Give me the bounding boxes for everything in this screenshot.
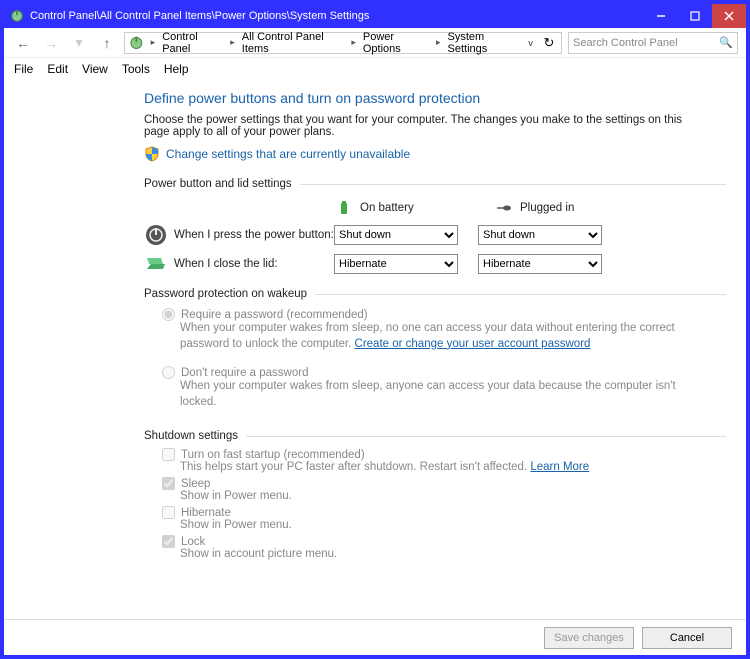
column-headers: On battery Plugged in (336, 200, 726, 216)
back-button[interactable]: ← (12, 32, 34, 54)
menu-help[interactable]: Help (164, 62, 189, 76)
app-icon (10, 9, 24, 23)
uac-link[interactable]: Change settings that are currently unava… (166, 147, 410, 161)
lid-plugged-select[interactable]: Hibernate (478, 254, 602, 274)
menu-tools[interactable]: Tools (122, 62, 150, 76)
breadcrumb-seg[interactable]: All Control Panel Items (240, 31, 347, 55)
fast-startup-label: Turn on fast startup (recommended) (181, 449, 365, 461)
sleep-label: Sleep (181, 478, 210, 490)
dont-require-password-radio (162, 366, 175, 379)
breadcrumb-seg[interactable]: System Settings (446, 31, 523, 55)
battery-icon (336, 200, 352, 216)
require-password-radio (162, 308, 175, 321)
lock-desc: Show in account picture menu. (180, 548, 726, 560)
lid-icon (145, 255, 167, 273)
chevron-right-icon[interactable]: ▸ (225, 37, 240, 48)
power-button-row: When I press the power button: Shut down… (144, 224, 726, 246)
menu-view[interactable]: View (82, 62, 108, 76)
minimize-button[interactable] (644, 4, 678, 28)
lid-row: When I close the lid: Hibernate Hibernat… (144, 254, 726, 274)
search-placeholder: Search Control Panel (573, 37, 678, 49)
lock-label: Lock (181, 536, 205, 548)
lid-label: When I close the lid: (174, 258, 334, 270)
power-icon (145, 224, 167, 246)
breadcrumb[interactable]: ▸ Control Panel ▸ All Control Panel Item… (124, 32, 562, 54)
forward-button[interactable]: → (40, 32, 62, 54)
require-password-desc: When your computer wakes from sleep, no … (180, 321, 700, 352)
chevron-down-icon[interactable]: v (522, 38, 539, 48)
section-power-button: Power button and lid settings (144, 178, 726, 190)
sleep-checkbox (162, 477, 175, 490)
window-title: Control Panel\All Control Panel Items\Po… (30, 10, 369, 22)
breadcrumb-seg[interactable]: Control Panel (160, 31, 225, 55)
section-password: Password protection on wakeup (144, 288, 726, 300)
menu-file[interactable]: File (14, 62, 33, 76)
search-input[interactable]: Search Control Panel 🔍 (568, 32, 738, 54)
hibernate-label: Hibernate (181, 507, 231, 519)
page-title: Define power buttons and turn on passwor… (144, 90, 726, 106)
sleep-desc: Show in Power menu. (180, 490, 726, 502)
hibernate-checkbox (162, 506, 175, 519)
page-description: Choose the power settings that you want … (144, 114, 704, 138)
section-shutdown: Shutdown settings (144, 430, 726, 442)
titlebar: Control Panel\All Control Panel Items\Po… (4, 4, 746, 28)
search-icon: 🔍 (719, 36, 733, 49)
hibernate-desc: Show in Power menu. (180, 519, 726, 531)
refresh-button[interactable]: ↻ (539, 35, 559, 51)
close-button[interactable] (712, 4, 746, 28)
menubar: File Edit View Tools Help (4, 58, 746, 80)
cancel-button[interactable]: Cancel (642, 627, 732, 649)
chevron-right-icon[interactable]: ▸ (146, 37, 161, 48)
window: Control Panel\All Control Panel Items\Po… (4, 4, 746, 655)
dont-require-password-label: Don't require a password (181, 367, 308, 379)
power-plugged-select[interactable]: Shut down (478, 225, 602, 245)
menu-edit[interactable]: Edit (47, 62, 68, 76)
lock-checkbox (162, 535, 175, 548)
shield-icon (144, 146, 160, 162)
plug-icon (496, 200, 512, 216)
power-button-label: When I press the power button: (174, 229, 334, 241)
up-button[interactable]: ↑ (96, 32, 118, 54)
col-plugged-label: Plugged in (520, 202, 574, 214)
footer: Save changes Cancel (4, 619, 746, 655)
require-password-label: Require a password (recommended) (181, 309, 368, 321)
lid-battery-select[interactable]: Hibernate (334, 254, 458, 274)
content: Define power buttons and turn on passwor… (4, 80, 746, 619)
chevron-right-icon[interactable]: ▸ (431, 37, 446, 48)
chevron-right-icon[interactable]: ▸ (346, 37, 361, 48)
recent-button[interactable]: ▾ (68, 32, 90, 54)
dont-require-password-desc: When your computer wakes from sleep, any… (180, 379, 700, 410)
fast-startup-desc: This helps start your PC faster after sh… (180, 461, 726, 473)
maximize-button[interactable] (678, 4, 712, 28)
power-battery-select[interactable]: Shut down (334, 225, 458, 245)
uac-link-row: Change settings that are currently unava… (144, 146, 726, 162)
create-password-link[interactable]: Create or change your user account passw… (355, 338, 591, 350)
save-button: Save changes (544, 627, 634, 649)
power-options-icon (129, 35, 144, 51)
col-battery-label: On battery (360, 202, 414, 214)
breadcrumb-seg[interactable]: Power Options (361, 31, 431, 55)
nav-row: ← → ▾ ↑ ▸ Control Panel ▸ All Control Pa… (4, 28, 746, 58)
learn-more-link[interactable]: Learn More (530, 461, 589, 473)
fast-startup-checkbox (162, 448, 175, 461)
